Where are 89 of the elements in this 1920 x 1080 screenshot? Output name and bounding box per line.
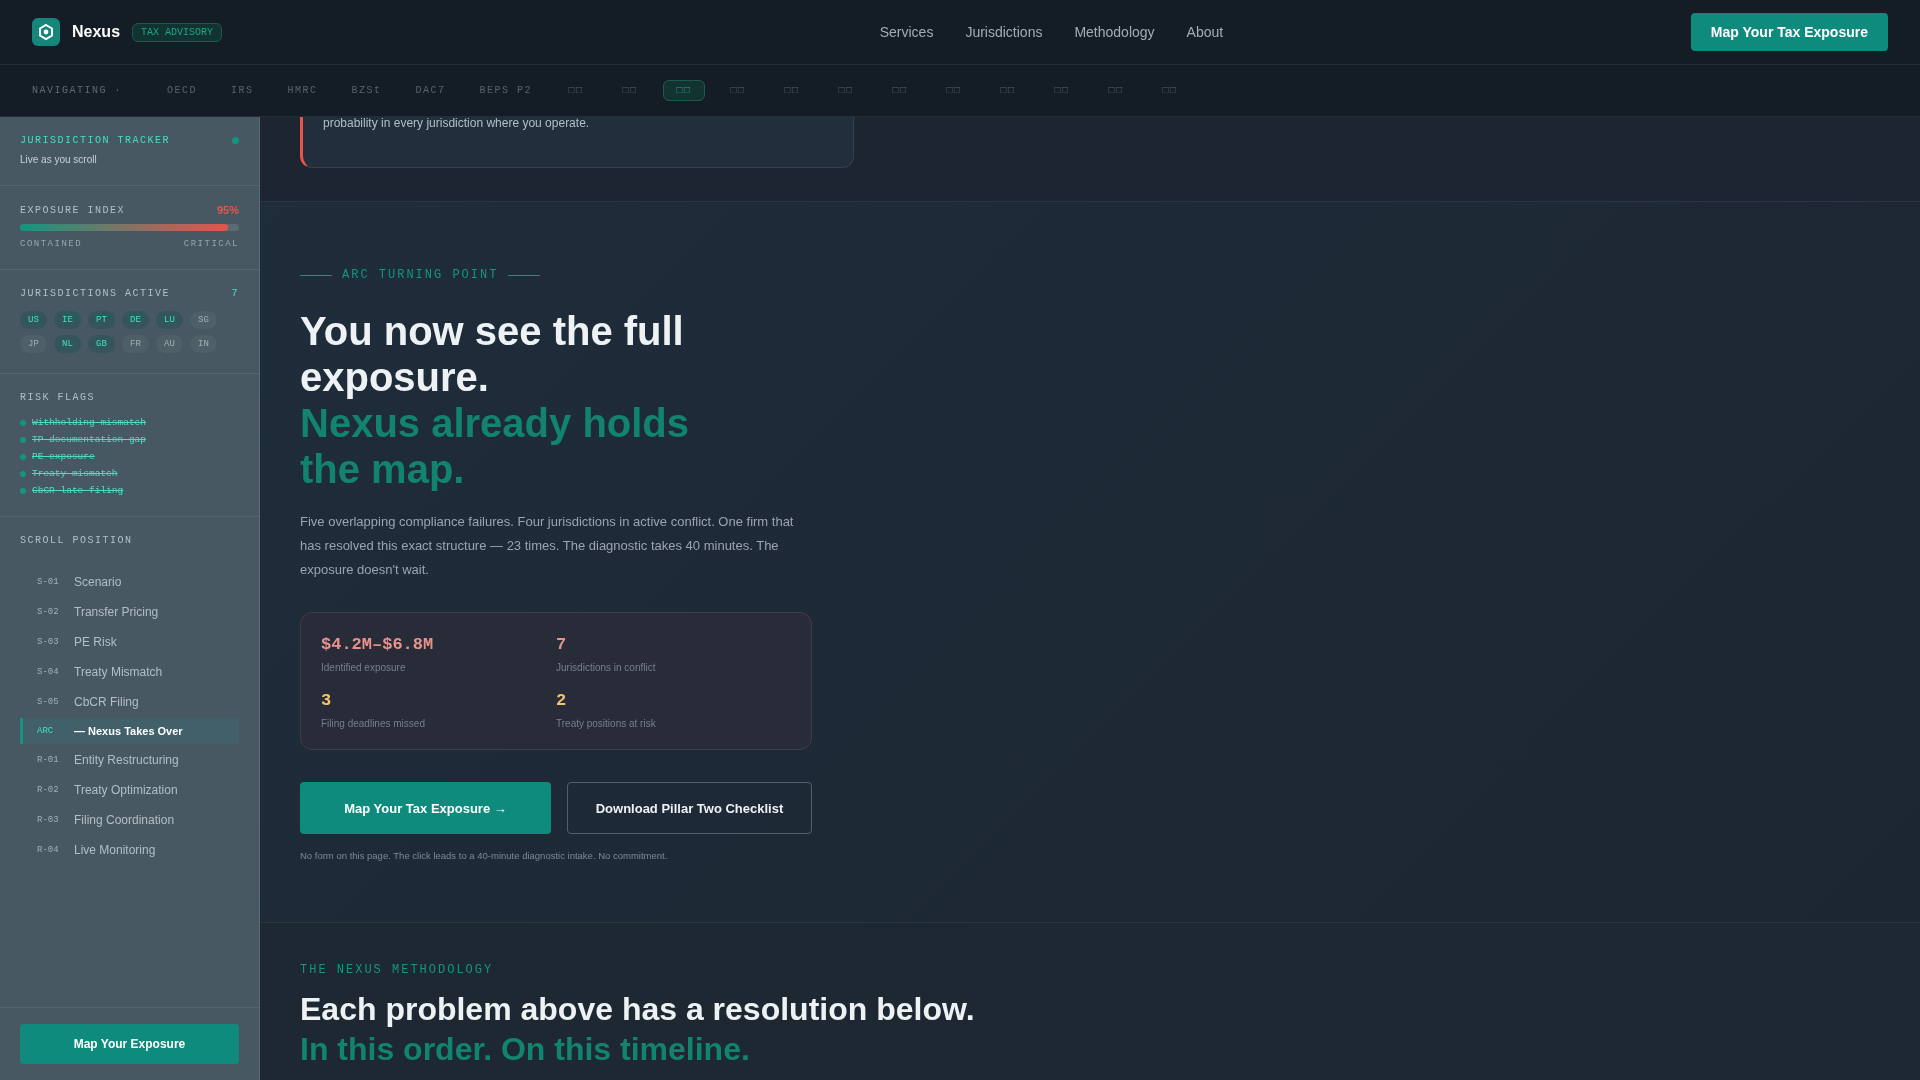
scroll-item[interactable]: R-01 Entity Restructuring: [20, 746, 239, 774]
scroll-item[interactable]: ARC — Nexus Takes Over: [20, 718, 239, 744]
tracker-subtitle: Live as you scroll: [20, 154, 98, 165]
strip-tab[interactable]: □□: [717, 80, 760, 101]
stat-label: Treaty positions at risk: [556, 718, 657, 729]
flag-label: Withholding mismatch: [32, 417, 147, 428]
headline: Each problem above has a resolution below.: [300, 990, 976, 1029]
eyebrow-label: THE NEXUS METHODOLOGY: [300, 963, 495, 977]
flag-label: CbCR late filing: [32, 485, 124, 496]
headline: You now see the full exposure.: [300, 308, 685, 400]
jurisdiction-chip: AU: [156, 335, 183, 353]
jurisdiction-chip: US: [20, 311, 47, 329]
strip-tab[interactable]: □□: [1095, 80, 1138, 101]
nav-link[interactable]: Services: [879, 24, 934, 40]
nav-link[interactable]: Methodology: [1074, 24, 1155, 40]
section-title: RISK FLAGS: [20, 392, 96, 403]
checklist-button[interactable]: Download Pillar Two Checklist: [567, 782, 812, 834]
strip-label: NAVIGATING ·: [32, 85, 122, 96]
flag-label: PE exposure: [32, 451, 95, 462]
stat-label: Filing deadlines missed: [321, 718, 426, 729]
flag-label: Treaty mismatch: [32, 468, 118, 479]
strip-tab[interactable]: □□: [933, 80, 976, 101]
flag-label: TP documentation gap: [32, 434, 147, 445]
strip-tab[interactable]: HMRC: [276, 80, 329, 101]
flag-dot: [20, 436, 26, 443]
tracker-title: JURISDICTION TRACKER: [20, 135, 171, 146]
jurisdiction-chip: NL: [54, 335, 81, 353]
stat-label: Jurisdictions in conflict: [556, 662, 657, 673]
card-text: probability in every jurisdiction where you operate.: [323, 117, 590, 129]
flag-dot: [20, 487, 26, 494]
stat-value: 2: [556, 691, 568, 710]
jurisdiction-chip: SG: [190, 311, 217, 329]
stat-value: 7: [556, 635, 568, 654]
stat-label: Identified exposure: [321, 662, 407, 673]
scroll-item[interactable]: S-05 CbCR Filing: [20, 688, 239, 716]
cta-button[interactable]: Map Your Tax Exposure: [1690, 13, 1888, 51]
eyebrow-label: ARC TURNING POINT: [342, 268, 499, 282]
jurisdiction-chip: DE: [122, 311, 149, 329]
flag-dot: [20, 470, 26, 477]
section-title: SCROLL POSITION: [20, 535, 134, 546]
scale-label: CRITICAL: [183, 239, 239, 249]
strip-tab[interactable]: DAC7: [404, 80, 457, 101]
strip-tab[interactable]: □□: [987, 80, 1030, 101]
strip-tab[interactable]: □□: [825, 80, 868, 101]
scroll-item[interactable]: R-02 Treaty Optimization: [20, 776, 239, 804]
nav-link[interactable]: Jurisdictions: [965, 24, 1043, 40]
brand-name[interactable]: Nexus: [72, 23, 121, 41]
stat-value: 3: [321, 691, 333, 710]
jurisdiction-chip: IE: [54, 311, 81, 329]
jurisdiction-chip: LU: [156, 311, 183, 329]
exposure-value: 95%: [216, 204, 239, 216]
strip-tab[interactable]: □□: [663, 80, 706, 101]
strip-tab[interactable]: BEPS P2: [468, 80, 544, 101]
strip-tab[interactable]: □□: [1149, 80, 1192, 101]
jurisdiction-chip: JP: [20, 335, 47, 353]
scale-label: CONTAINED: [20, 239, 83, 249]
strip-tab[interactable]: □□: [879, 80, 922, 101]
strip-tab[interactable]: □□: [555, 80, 598, 101]
jurisdiction-chip: FR: [122, 335, 149, 353]
scroll-item[interactable]: S-04 Treaty Mismatch: [20, 658, 239, 686]
section-title: EXPOSURE INDEX: [20, 204, 125, 216]
flag-dot: [20, 453, 26, 460]
scroll-item[interactable]: S-01 Scenario: [20, 568, 239, 596]
strip-tab[interactable]: IRS: [220, 80, 265, 101]
jurisdiction-chip: IN: [190, 335, 217, 353]
scroll-item[interactable]: R-03 Filing Coordination: [20, 806, 239, 834]
scroll-item[interactable]: S-03 PE Risk: [20, 628, 239, 656]
brand-badge: TAX ADVISORY: [132, 22, 223, 42]
headline-accent: Nexus already holds the map.: [300, 400, 691, 492]
flag-dot: [20, 419, 26, 426]
jurisdiction-chip: PT: [88, 311, 115, 329]
strip-tab[interactable]: BZSt: [340, 80, 393, 101]
primary-button[interactable]: Map Your Tax Exposure →: [300, 782, 551, 834]
strip-tab[interactable]: □□: [609, 80, 652, 101]
exposure-button[interactable]: Map Your Exposure: [20, 1024, 239, 1064]
nav-link[interactable]: About: [1186, 24, 1224, 40]
note-text: No form on this page. The click leads to a 40-minute diagnostic intake. No commitment.: [300, 850, 669, 861]
stat-value: $4.2M–$6.8M: [321, 635, 435, 654]
strip-tab[interactable]: □□: [771, 80, 814, 101]
jurisdiction-chip: GB: [88, 335, 115, 353]
body-text: Five overlapping compliance failures. Four jurisdictions in active conflict. One firm that has resolved this exact structure — 23 times. The diagnostic takes 40 minutes. The exposure doesn't wait.: [300, 513, 795, 579]
logo-icon: [32, 18, 60, 46]
strip-tab[interactable]: OECD: [156, 80, 209, 101]
section-title: JURISDICTIONS ACTIVE: [20, 288, 171, 299]
scroll-item[interactable]: R-04 Live Monitoring: [20, 836, 239, 864]
strip-tab[interactable]: □□: [1041, 80, 1084, 101]
headline-accent: In this order. On this timeline.: [300, 1030, 751, 1069]
jurisdiction-count: 7: [231, 288, 239, 299]
scroll-item[interactable]: S-02 Transfer Pricing: [20, 598, 239, 626]
